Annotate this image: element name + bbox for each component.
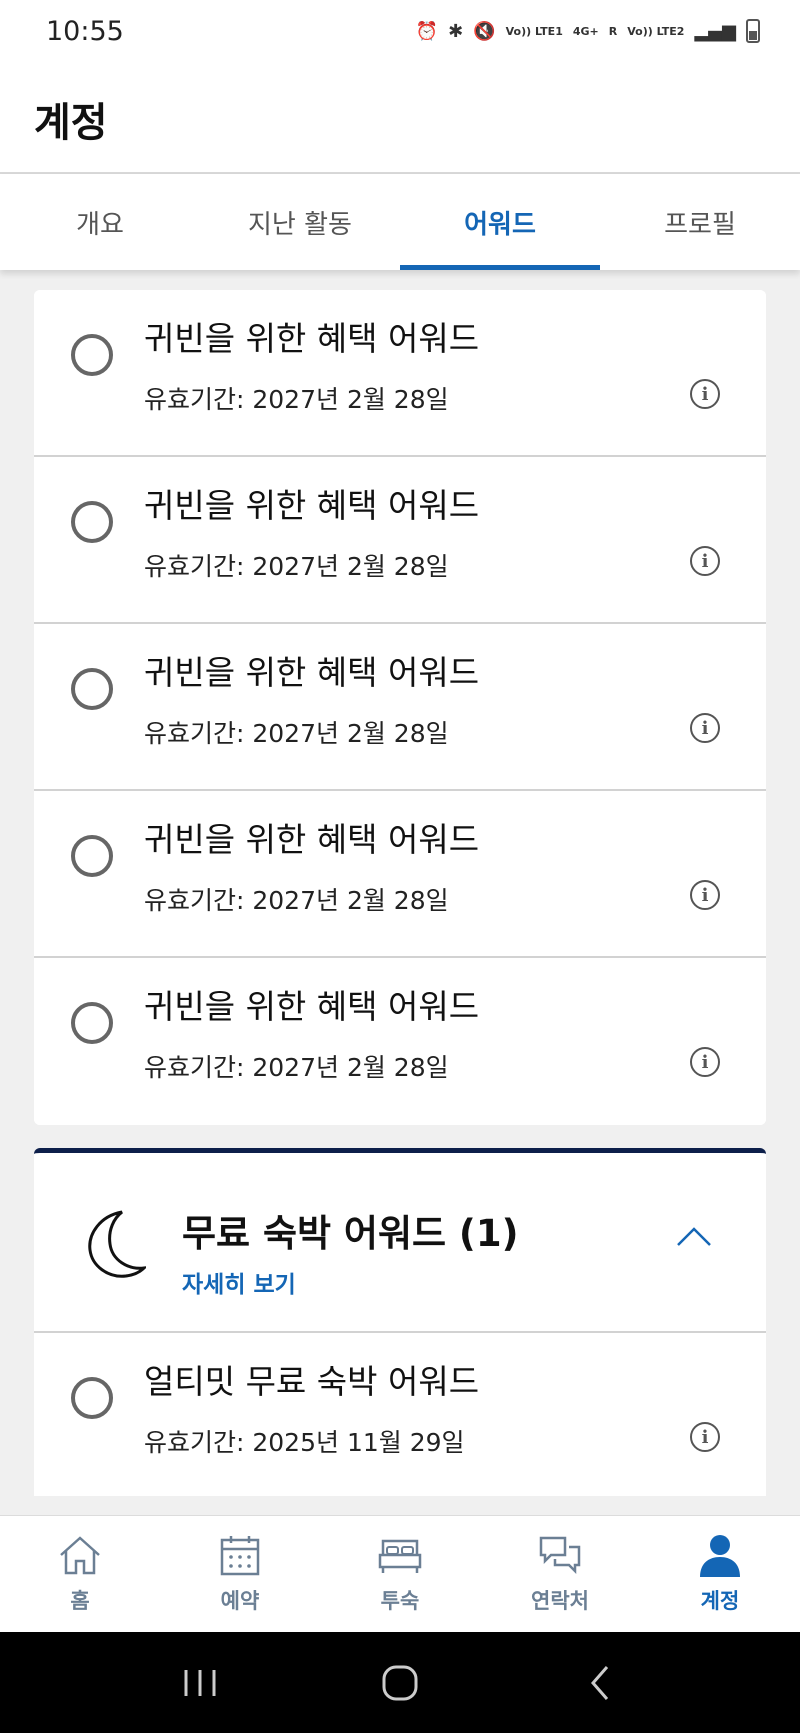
moon-icon	[88, 1210, 146, 1278]
award-expiry: 유효기간: 2027년 2월 28일	[144, 1053, 449, 1082]
view-details-link[interactable]: 자세히 보기	[182, 1265, 296, 1299]
nav-reservations[interactable]: 예약	[160, 1516, 320, 1632]
award-name: 얼티밋 무료 숙박 어워드	[144, 1362, 480, 1401]
calendar-icon	[220, 1536, 260, 1576]
info-icon[interactable]: i	[690, 546, 720, 576]
battery-icon	[746, 19, 760, 43]
home-circle-icon	[382, 1665, 418, 1700]
status-time: 10:55	[46, 15, 124, 47]
roaming-label: R	[608, 24, 618, 38]
free-night-item[interactable]: 얼티밋 무료 숙박 어워드 유효기간: 2025년 11월 29일 i	[34, 1333, 766, 1496]
recent-apps-icon	[184, 1669, 216, 1696]
award-expiry: 유효기간: 2027년 2월 28일	[144, 385, 449, 414]
info-icon[interactable]: i	[690, 1422, 720, 1452]
free-night-title: 무료 숙박 어워드 (1)	[182, 1212, 519, 1255]
mute-icon: 🔇	[473, 20, 496, 42]
free-night-header[interactable]: 무료 숙박 어워드 (1) 자세히 보기	[34, 1153, 766, 1333]
bluetooth-icon: ✱	[448, 20, 464, 42]
info-icon[interactable]: i	[690, 1047, 720, 1077]
home-icon	[60, 1536, 100, 1575]
tab-overview[interactable]: 개요	[0, 174, 200, 270]
nav-stays[interactable]: 투숙	[320, 1516, 480, 1632]
info-icon[interactable]: i	[690, 379, 720, 409]
bottom-nav: 홈 예약 투숙 연락처 계정	[0, 1515, 800, 1632]
nav-contact[interactable]: 연락처	[480, 1516, 640, 1632]
info-icon[interactable]: i	[690, 880, 720, 910]
alarm-icon: ⏰	[415, 20, 439, 42]
page-title: 계정	[34, 100, 108, 146]
award-item[interactable]: 귀빈을 위한 혜택 어워드 유효기간: 2027년 2월 28일 i	[34, 791, 766, 958]
nav-home[interactable]: 홈	[0, 1516, 160, 1632]
award-item[interactable]: 귀빈을 위한 혜택 어워드 유효기간: 2027년 2월 28일 i	[34, 457, 766, 624]
signal-icon: ▂▄▆	[694, 20, 736, 42]
back-button[interactable]	[570, 1653, 630, 1713]
award-name: 귀빈을 위한 혜택 어워드	[144, 820, 480, 859]
awards-card: 귀빈을 위한 혜택 어워드 유효기간: 2027년 2월 28일 i 귀빈을 위…	[34, 290, 766, 1125]
award-name: 귀빈을 위한 혜택 어워드	[144, 319, 480, 358]
tab-bar: 개요 지난 활동 어워드 프로필	[0, 174, 800, 270]
free-night-section: 무료 숙박 어워드 (1) 자세히 보기 얼티밋 무료 숙박 어워드 유효기간:…	[34, 1148, 766, 1496]
sim2-label: Vo)) LTE2	[627, 24, 685, 38]
award-radio[interactable]	[71, 835, 113, 877]
status-bar: 10:55 ⏰ ✱ 🔇 Vo)) LTE1 4G+ R Vo)) LTE2 ▂▄…	[0, 0, 800, 62]
account-icon	[700, 1535, 740, 1577]
awards-list: 귀빈을 위한 혜택 어워드 유효기간: 2027년 2월 28일 i 귀빈을 위…	[34, 290, 766, 1125]
award-radio[interactable]	[71, 334, 113, 376]
system-nav-bar	[0, 1632, 800, 1733]
nav-label: 계정	[700, 1589, 740, 1613]
status-icons: ⏰ ✱ 🔇 Vo)) LTE1 4G+ R Vo)) LTE2 ▂▄▆	[416, 19, 760, 43]
award-item[interactable]: 귀빈을 위한 혜택 어워드 유효기간: 2027년 2월 28일 i	[34, 958, 766, 1125]
tab-past-activity[interactable]: 지난 활동	[200, 174, 400, 270]
award-item[interactable]: 귀빈을 위한 혜택 어워드 유효기간: 2027년 2월 28일 i	[34, 290, 766, 457]
tab-awards[interactable]: 어워드	[400, 174, 600, 270]
award-name: 귀빈을 위한 혜택 어워드	[144, 987, 480, 1026]
nav-account[interactable]: 계정	[640, 1516, 800, 1632]
award-item[interactable]: 귀빈을 위한 혜택 어워드 유효기간: 2027년 2월 28일 i	[34, 624, 766, 791]
chat-icon	[539, 1536, 581, 1575]
nav-label: 연락처	[531, 1589, 589, 1613]
chevron-up-icon[interactable]	[674, 1217, 714, 1257]
bed-icon	[378, 1539, 422, 1573]
award-expiry: 유효기간: 2027년 2월 28일	[144, 719, 449, 748]
nav-label: 예약	[220, 1589, 260, 1613]
back-icon	[591, 1665, 609, 1700]
award-name: 귀빈을 위한 혜택 어워드	[144, 653, 480, 692]
recent-apps-button[interactable]	[170, 1653, 230, 1713]
info-icon[interactable]: i	[690, 713, 720, 743]
nav-label: 투숙	[380, 1589, 420, 1613]
award-expiry: 유효기간: 2027년 2월 28일	[144, 886, 449, 915]
home-button[interactable]	[370, 1653, 430, 1713]
app-header: 계정	[0, 62, 800, 174]
award-name: 귀빈을 위한 혜택 어워드	[144, 486, 480, 525]
nav-label: 홈	[70, 1589, 90, 1613]
award-radio[interactable]	[71, 1377, 113, 1419]
award-radio[interactable]	[71, 668, 113, 710]
tab-profile[interactable]: 프로필	[600, 174, 800, 270]
network-label: 4G+	[572, 24, 599, 38]
sim1-label: Vo)) LTE1	[505, 24, 563, 38]
award-expiry: 유효기간: 2027년 2월 28일	[144, 552, 449, 581]
award-radio[interactable]	[71, 1002, 113, 1044]
award-radio[interactable]	[71, 501, 113, 543]
award-expiry: 유효기간: 2025년 11월 29일	[144, 1428, 465, 1457]
